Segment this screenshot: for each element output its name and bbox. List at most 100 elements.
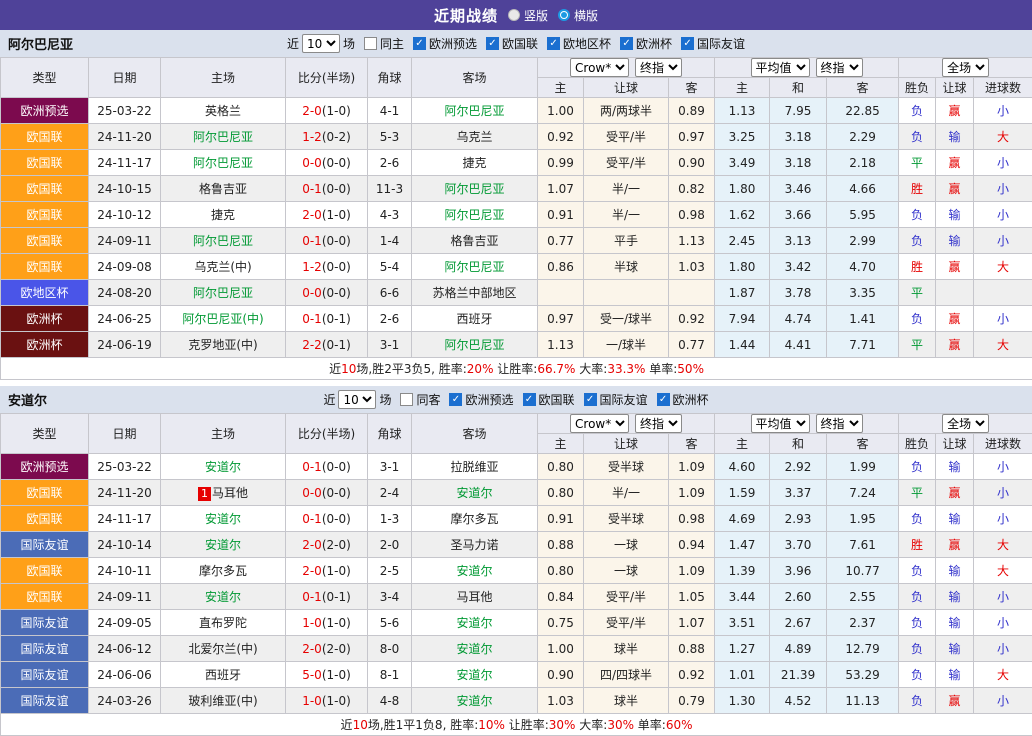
near-label: 近 bbox=[323, 391, 335, 408]
home-team: 阿尔巴尼亚 bbox=[161, 124, 286, 150]
avg-away: 4.66 bbox=[827, 176, 899, 202]
full-time-score: 0-1 bbox=[302, 182, 322, 196]
odds-home: 1.07 bbox=[538, 176, 584, 202]
same-venue-checkbox[interactable] bbox=[364, 37, 377, 50]
away-team-name: 捷克 bbox=[462, 156, 486, 170]
result-handicap: 赢 bbox=[936, 176, 974, 202]
odds-away: 1.07 bbox=[669, 610, 715, 636]
league-badge: 欧国联 bbox=[1, 254, 89, 280]
summary-segment: 10 bbox=[353, 718, 368, 732]
odds-source-select[interactable]: 平均值 bbox=[751, 58, 810, 77]
odds-handicap: 半/一 bbox=[584, 176, 669, 202]
avg-draw: 2.67 bbox=[770, 610, 827, 636]
league-checkbox-0[interactable]: ✓ bbox=[413, 37, 426, 50]
match-date: 24-08-20 bbox=[89, 280, 161, 306]
odds-source-select[interactable]: 全场 bbox=[942, 414, 989, 433]
score: 0-1(0-0) bbox=[286, 454, 368, 480]
league-badge: 国际友谊 bbox=[1, 532, 89, 558]
avg-draw: 2.93 bbox=[770, 506, 827, 532]
summary-segment: 10% bbox=[478, 718, 505, 732]
home-team-name: 安道尔 bbox=[205, 460, 241, 474]
match-row: 欧国联24-11-17阿尔巴尼亚0-0(0-0)2-6捷克0.99受平/半0.9… bbox=[1, 150, 1032, 176]
corner-score: 8-0 bbox=[368, 636, 412, 662]
score: 0-1(0-1) bbox=[286, 306, 368, 332]
score: 2-0(1-0) bbox=[286, 558, 368, 584]
league-badge: 国际友谊 bbox=[1, 662, 89, 688]
result-handicap: 赢 bbox=[936, 306, 974, 332]
odds-source-selects: Crow* 终指 bbox=[538, 58, 714, 77]
away-team-name: 圣马力诺 bbox=[450, 538, 498, 552]
corner-score: 5-3 bbox=[368, 124, 412, 150]
match-row: 欧国联24-11-201马耳他0-0(0-0)2-4安道尔0.80半/一1.09… bbox=[1, 480, 1032, 506]
league-badge: 欧国联 bbox=[1, 506, 89, 532]
home-team: 阿尔巴尼亚 bbox=[161, 228, 286, 254]
match-count-select[interactable]: 10 bbox=[302, 34, 340, 53]
radio-horizontal-icon[interactable] bbox=[558, 9, 570, 21]
league-checkbox-1[interactable]: ✓ bbox=[523, 393, 536, 406]
odds-source-select[interactable]: Crow* bbox=[570, 58, 629, 77]
away-team: 苏格兰中部地区 bbox=[412, 280, 538, 306]
league-checkbox-3[interactable]: ✓ bbox=[657, 393, 670, 406]
away-team-name: 阿尔巴尼亚 bbox=[444, 182, 504, 196]
odds-home: 0.88 bbox=[538, 532, 584, 558]
avg-draw: 3.42 bbox=[770, 254, 827, 280]
result-goals: 大 bbox=[974, 558, 1032, 584]
layout-radio-vertical[interactable]: 竖版 bbox=[508, 7, 548, 24]
home-team: 西班牙 bbox=[161, 662, 286, 688]
sub-col-header: 客 bbox=[669, 434, 715, 454]
league-checkbox-2[interactable]: ✓ bbox=[547, 37, 560, 50]
match-date: 25-03-22 bbox=[89, 98, 161, 124]
odds-source-select[interactable]: 平均值 bbox=[751, 414, 810, 433]
match-count-select[interactable]: 10 bbox=[338, 390, 376, 409]
odds-source-select[interactable]: 终指 bbox=[816, 414, 863, 433]
league-checkbox-2[interactable]: ✓ bbox=[584, 393, 597, 406]
same-venue-checkbox[interactable] bbox=[400, 393, 413, 406]
league-checkbox-3[interactable]: ✓ bbox=[620, 37, 633, 50]
away-team: 拉脱维亚 bbox=[412, 454, 538, 480]
league-badge: 国际友谊 bbox=[1, 636, 89, 662]
sub-col-header: 客 bbox=[669, 78, 715, 98]
league-checkbox-0[interactable]: ✓ bbox=[449, 393, 462, 406]
full-time-score: 0-1 bbox=[302, 512, 322, 526]
odds-handicap bbox=[584, 280, 669, 306]
full-time-score: 1-0 bbox=[302, 616, 322, 630]
result-handicap: 输 bbox=[936, 454, 974, 480]
odds-home: 0.77 bbox=[538, 228, 584, 254]
odds-source-select[interactable]: 终指 bbox=[635, 414, 682, 433]
score: 2-2(0-1) bbox=[286, 332, 368, 358]
league-checkbox-4[interactable]: ✓ bbox=[681, 37, 694, 50]
avg-draw: 3.46 bbox=[770, 176, 827, 202]
odds-source-select[interactable]: Crow* bbox=[570, 414, 629, 433]
odds-source-select[interactable]: 终指 bbox=[816, 58, 863, 77]
odds-source-select[interactable]: 终指 bbox=[635, 58, 682, 77]
match-date: 25-03-22 bbox=[89, 454, 161, 480]
avg-draw: 3.70 bbox=[770, 532, 827, 558]
result-goals: 大 bbox=[974, 532, 1032, 558]
sub-col-header: 进球数 bbox=[974, 434, 1032, 454]
layout-radio-horizontal[interactable]: 横版 bbox=[558, 7, 598, 24]
league-checkbox-1[interactable]: ✓ bbox=[486, 37, 499, 50]
league-badge: 欧洲杯 bbox=[1, 306, 89, 332]
sub-col-header: 让球 bbox=[936, 434, 974, 454]
result-outcome: 平 bbox=[899, 480, 936, 506]
home-team: 阿尔巴尼亚 bbox=[161, 150, 286, 176]
match-row: 欧洲预选25-03-22英格兰2-0(1-0)4-1阿尔巴尼亚1.00两/两球半… bbox=[1, 98, 1032, 124]
odds-home: 0.90 bbox=[538, 662, 584, 688]
away-team: 圣马力诺 bbox=[412, 532, 538, 558]
odds-source-select[interactable]: 全场 bbox=[942, 58, 989, 77]
sub-col-header: 主 bbox=[538, 434, 584, 454]
col-header: 类型 bbox=[1, 414, 89, 454]
radio-vertical-icon[interactable] bbox=[508, 9, 520, 21]
odds-home: 0.80 bbox=[538, 480, 584, 506]
home-team: 安道尔 bbox=[161, 506, 286, 532]
odds-away: 0.82 bbox=[669, 176, 715, 202]
home-team: 阿尔巴尼亚(中) bbox=[161, 306, 286, 332]
corner-score: 1-4 bbox=[368, 228, 412, 254]
odds-away: 0.77 bbox=[669, 332, 715, 358]
sub-col-header: 主 bbox=[715, 434, 770, 454]
avg-home: 1.62 bbox=[715, 202, 770, 228]
avg-away: 7.24 bbox=[827, 480, 899, 506]
match-date: 24-11-20 bbox=[89, 124, 161, 150]
away-team: 马耳他 bbox=[412, 584, 538, 610]
result-handicap: 输 bbox=[936, 228, 974, 254]
